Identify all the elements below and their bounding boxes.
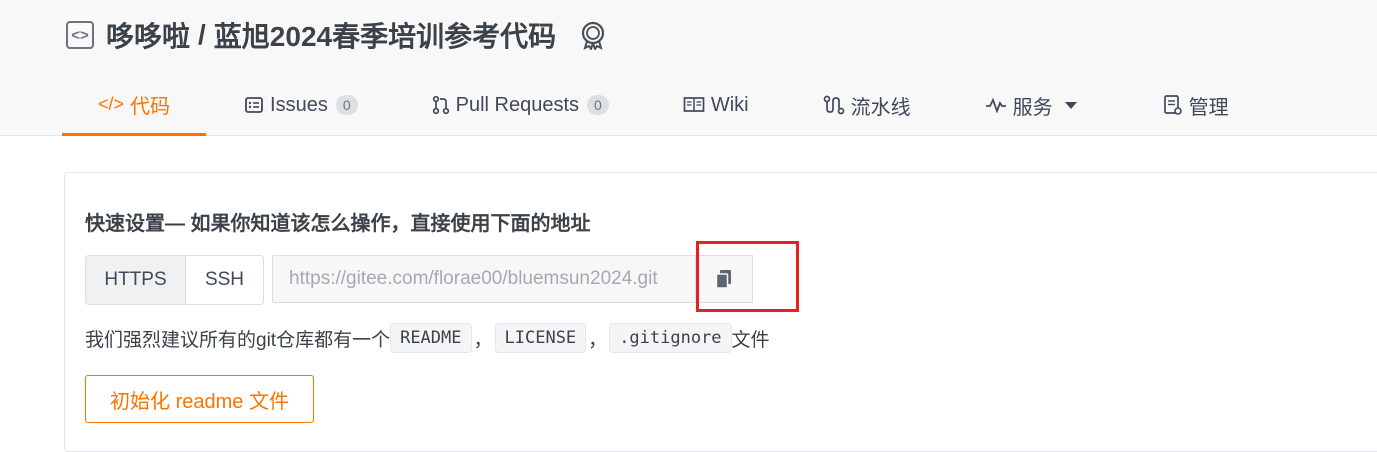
tab-code[interactable]: </> 代码	[62, 76, 207, 136]
protocol-switch: HTTPS SSH	[85, 255, 264, 305]
tab-pull-requests[interactable]: Pull Requests 0	[430, 76, 611, 134]
comma-separator: ，	[473, 329, 493, 351]
pull-request-icon	[432, 95, 450, 115]
chevron-down-icon	[1064, 101, 1077, 109]
highlight-annotation-box	[696, 241, 799, 312]
settings-doc-icon	[1163, 94, 1183, 116]
quick-setup-panel: 快速设置— 如果你知道该怎么操作，直接使用下面的地址 HTTPS SSH htt…	[64, 172, 1377, 452]
tab-manage-label: 管理	[1188, 96, 1229, 119]
repository-icon: <>	[66, 21, 94, 49]
quick-setup-title: 快速设置— 如果你知道该怎么操作，直接使用下面的地址	[85, 213, 591, 235]
tab-issues[interactable]: Issues 0	[242, 76, 360, 134]
code-icon: </>	[98, 94, 125, 114]
activity-icon	[985, 97, 1007, 113]
tab-manage[interactable]: 管理	[1161, 76, 1231, 134]
tab-services[interactable]: 服务	[983, 76, 1079, 134]
tab-code-label: 代码	[130, 96, 171, 118]
tab-issues-label: Issues	[270, 93, 328, 116]
readme-chip: README	[390, 323, 472, 353]
tab-services-label: 服务	[1012, 96, 1053, 119]
gitignore-chip: .gitignore	[609, 323, 732, 353]
repo-name-link[interactable]: 蓝旭2024春季培训参考代码	[214, 15, 556, 55]
init-readme-button[interactable]: 初始化 readme 文件	[85, 375, 314, 423]
suggestion-prefix: 我们强烈建议所有的git仓库都有一个	[85, 329, 391, 351]
clone-url-field[interactable]: https://gitee.com/florae00/bluemsun2024.…	[272, 255, 696, 303]
tab-pipeline-label: 流水线	[850, 96, 911, 119]
repo-header: <> 哆哆啦 / 蓝旭2024春季培训参考代码 </> 代码 Issues 0	[0, 0, 1377, 136]
issues-count-badge: 0	[335, 95, 358, 115]
tab-wiki[interactable]: Wiki	[681, 76, 751, 134]
pull-requests-count-badge: 0	[587, 95, 609, 115]
repo-tabs: </> 代码 Issues 0 Pull Requests 0 Wiki 流水线…	[62, 76, 1231, 136]
suggestion-text: 我们强烈建议所有的git仓库都有一个 README ， LICENSE ， .g…	[85, 323, 770, 353]
repo-title-row: <> 哆哆啦 / 蓝旭2024春季培训参考代码	[66, 14, 608, 56]
repo-title: 哆哆啦 / 蓝旭2024春季培训参考代码	[106, 15, 556, 55]
book-icon	[683, 96, 705, 114]
tab-wiki-label: Wiki	[710, 93, 749, 116]
pipeline-icon	[823, 95, 845, 115]
suggestion-suffix: 文件	[731, 329, 770, 351]
tab-pull-requests-label: Pull Requests	[455, 93, 580, 116]
comma-separator: ，	[588, 329, 608, 351]
repo-owner-link[interactable]: 哆哆啦	[106, 15, 190, 55]
issues-icon	[244, 95, 264, 115]
ssh-button[interactable]: SSH	[186, 256, 263, 304]
license-chip: LICENSE	[494, 323, 587, 353]
https-button[interactable]: HTTPS	[86, 256, 186, 304]
award-badge-icon[interactable]	[578, 20, 608, 50]
tab-pipeline[interactable]: 流水线	[821, 76, 913, 134]
repo-title-separator: /	[198, 19, 206, 50]
